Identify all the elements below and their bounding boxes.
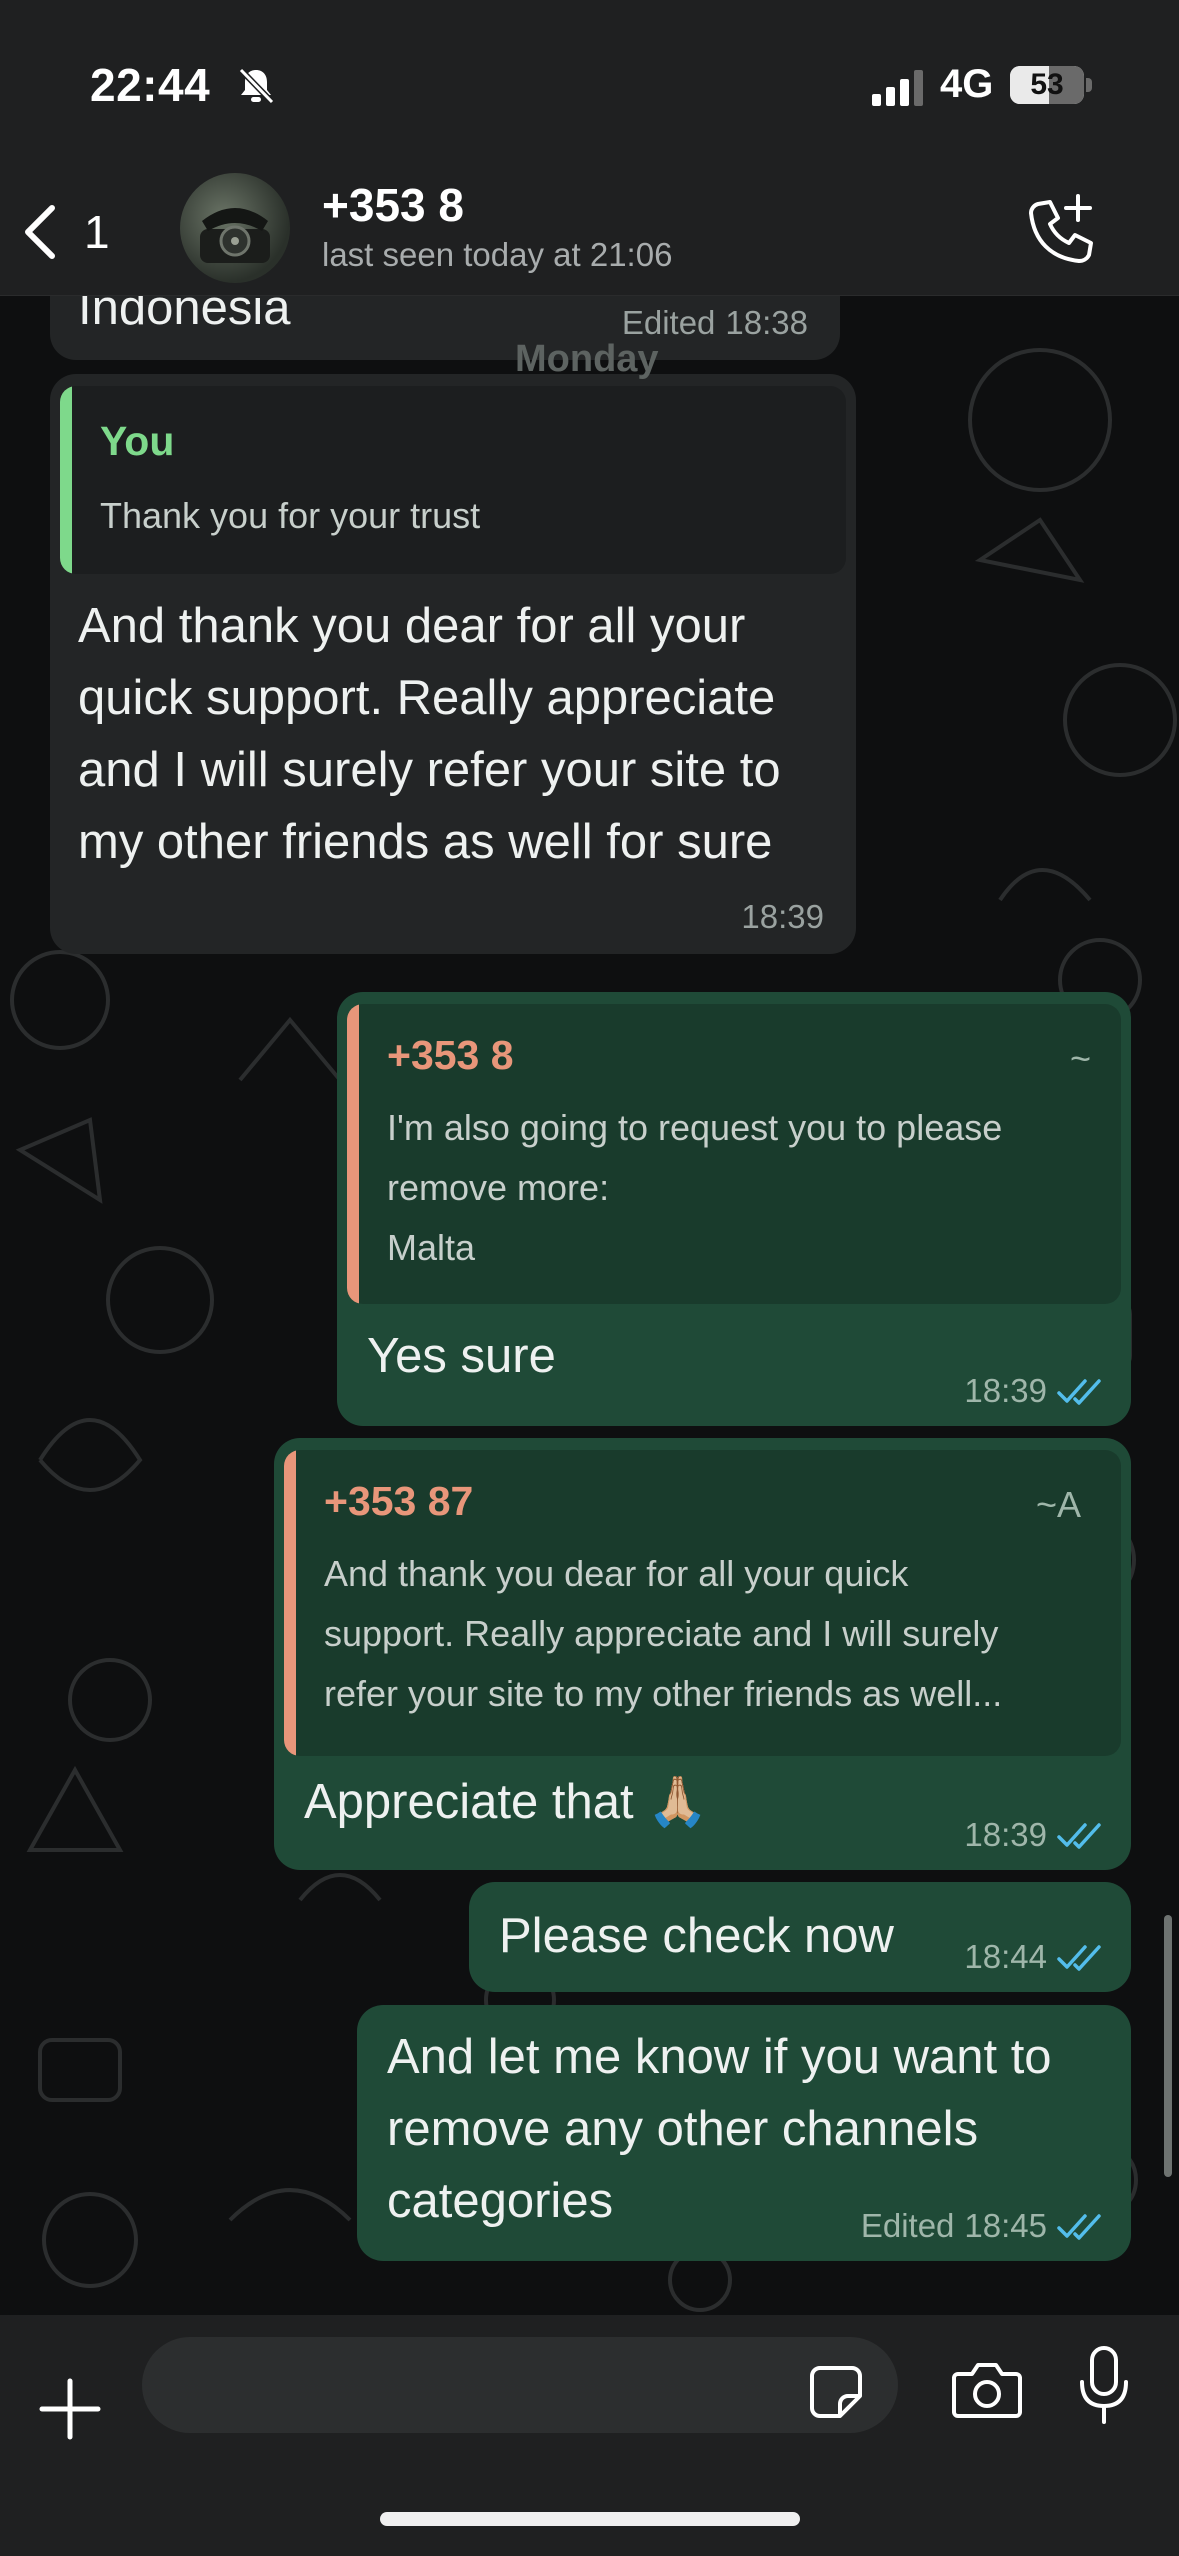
quote-text: Thank you for your trust: [100, 495, 481, 536]
telephone-avatar-icon: [200, 208, 270, 263]
status-bar: 22:44 4G 53: [0, 0, 1179, 170]
edited-label: Edited: [860, 2207, 955, 2244]
read-ticks-icon: [1057, 1379, 1101, 1405]
message-line: my other friends as well for sure: [78, 815, 773, 869]
contact-avatar[interactable]: [180, 173, 290, 283]
message-bubble-outgoing[interactable]: +353 8 ~ I'm also going to request you t…: [337, 992, 1131, 1426]
read-ticks-icon: [1057, 2214, 1101, 2240]
unread-count: 1: [84, 206, 110, 258]
contact-name[interactable]: +353 8: [322, 178, 464, 232]
signal-bars-icon: [872, 70, 923, 106]
quote-author: You: [100, 418, 175, 464]
message-meta: 18:44: [964, 1938, 1103, 1976]
message-meta: Edited 18:38: [622, 304, 808, 342]
message-time: 18:44: [964, 1938, 1047, 1975]
quoted-message[interactable]: +353 87 ~A And thank you dear for all yo…: [284, 1450, 1121, 1756]
message-time: 18:45: [964, 2207, 1047, 2244]
message-input-container[interactable]: [142, 2337, 898, 2433]
message-meta: Edited 18:45: [861, 2207, 1103, 2245]
quoted-message[interactable]: +353 8 ~ I'm also going to request you t…: [347, 1004, 1121, 1304]
day-divider: Monday: [515, 338, 659, 380]
microphone-icon[interactable]: [1076, 2344, 1132, 2428]
phone-plus-icon[interactable]: [1020, 190, 1100, 270]
message-text: Appreciate that 🙏🏼: [304, 1775, 709, 1829]
home-indicator[interactable]: [380, 2512, 800, 2526]
message-time: 18:39: [964, 1816, 1047, 1853]
chat-header: 1 +353 8 last seen today at 21:06: [0, 170, 1179, 296]
quote-author: +353 87: [324, 1478, 474, 1524]
edited-label: Edited: [621, 304, 716, 341]
quote-text: I'm also going to request you to please …: [387, 1098, 1107, 1278]
quote-sender-tag: ~A: [1035, 1484, 1081, 1525]
last-seen-status: last seen today at 21:06: [322, 236, 673, 273]
message-meta: 18:39: [964, 1372, 1103, 1410]
back-button[interactable]: 1: [18, 190, 128, 274]
message-time: 18:39: [964, 1372, 1047, 1409]
message-text: Please check now: [499, 1909, 894, 1963]
read-ticks-icon: [1057, 1823, 1101, 1849]
message-line: And thank you dear for all your: [78, 599, 746, 653]
quote-author: +353 8: [387, 1032, 514, 1078]
message-line: quick support. Really appreciate: [78, 671, 776, 725]
message-bubble-outgoing[interactable]: And let me know if you want to remove an…: [357, 2005, 1131, 2261]
message-bubble-outgoing[interactable]: Please check now 18:44: [469, 1882, 1131, 1992]
message-meta: 18:39: [741, 898, 824, 936]
quoted-message[interactable]: You Thank you for your trust: [60, 386, 846, 574]
chevron-left-icon: [25, 205, 55, 259]
message-input[interactable]: [172, 2337, 792, 2433]
message-text: Yes sure: [367, 1329, 556, 1383]
status-time: 22:44: [90, 59, 211, 111]
read-ticks-icon: [1057, 1945, 1101, 1971]
quote-line: And thank you dear for all your quick: [324, 1553, 909, 1594]
quote-line: remove more:: [387, 1167, 610, 1208]
message-text: And let me know if you want to remove an…: [387, 2021, 1107, 2237]
battery-percent: 53: [1030, 68, 1064, 101]
battery-nub: [1086, 78, 1092, 92]
quote-line: I'm also going to request you to please: [387, 1107, 1003, 1148]
message-time: 18:38: [725, 304, 808, 341]
quote-accent-bar: [60, 386, 72, 574]
message-bubble-outgoing[interactable]: +353 87 ~A And thank you dear for all yo…: [274, 1438, 1131, 1870]
quote-accent-bar: [347, 1004, 359, 1304]
message-time: 18:39: [741, 898, 824, 935]
quote-line: Malta: [387, 1227, 476, 1268]
plus-icon[interactable]: [38, 2377, 102, 2441]
bell-slash-icon: [238, 67, 275, 105]
quote-line: support. Really appreciate and I will su…: [324, 1613, 999, 1654]
battery-indicator: 53: [1010, 66, 1084, 104]
scrollbar[interactable]: [1164, 1915, 1172, 2177]
message-line: remove any other channels: [387, 2102, 979, 2156]
message-text: And thank you dear for all your quick su…: [78, 590, 858, 878]
quote-line: refer your site to my other friends as w…: [324, 1673, 1003, 1714]
sticker-icon[interactable]: [806, 2362, 866, 2422]
message-bubble-incoming[interactable]: You Thank you for your trust And thank y…: [50, 374, 856, 954]
message-meta: 18:39: [964, 1816, 1103, 1854]
camera-icon[interactable]: [950, 2352, 1024, 2426]
message-line: And let me know if you want to: [387, 2030, 1052, 2084]
quote-sender-tag: ~: [1069, 1038, 1091, 1079]
network-label: 4G: [940, 62, 994, 106]
quote-accent-bar: [284, 1450, 296, 1756]
message-line: and I will surely refer your site to: [78, 743, 781, 797]
quote-text: And thank you dear for all your quick su…: [324, 1544, 1114, 1724]
